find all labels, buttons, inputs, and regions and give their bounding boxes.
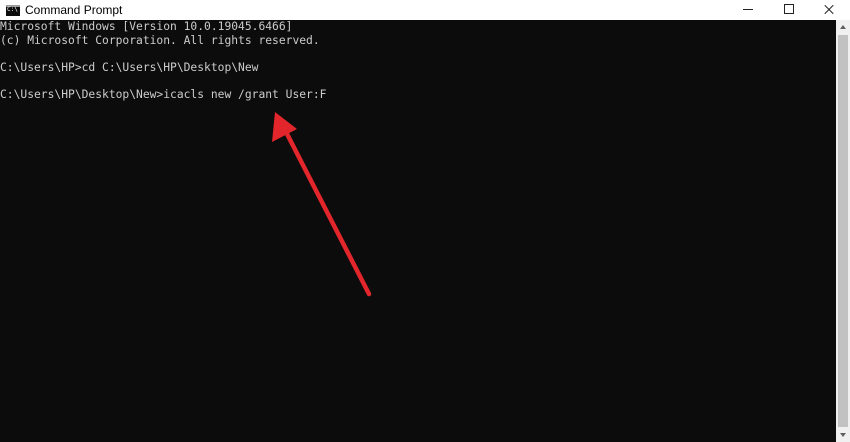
vertical-scrollbar[interactable]	[836, 20, 850, 442]
scroll-down-arrow-icon[interactable]	[836, 428, 850, 442]
cmd-icon: C:\	[6, 4, 20, 16]
console-line: C:\Users\HP\Desktop\New>icacls new /gran…	[0, 87, 327, 101]
title-bar[interactable]: C:\ Command Prompt	[0, 0, 850, 20]
window-controls	[724, 0, 850, 20]
scroll-up-arrow-icon[interactable]	[836, 20, 850, 34]
cmd-icon-glyph: C:\	[7, 5, 18, 13]
window-title: Command Prompt	[25, 3, 123, 17]
console-line: C:\Users\HP>cd C:\Users\HP\Desktop\New	[0, 60, 259, 74]
maximize-icon[interactable]	[766, 0, 808, 20]
command-prompt-window: C:\ Command Prompt Microsoft Windows [Ve…	[0, 0, 850, 442]
close-icon[interactable]	[808, 0, 850, 20]
console-line: Microsoft Windows [Version 10.0.19045.64…	[0, 20, 293, 33]
console-output[interactable]: Microsoft Windows [Version 10.0.19045.64…	[0, 20, 836, 442]
console-line: (c) Microsoft Corporation. All rights re…	[0, 33, 320, 47]
scroll-thumb[interactable]	[838, 35, 848, 427]
minimize-icon[interactable]	[724, 0, 766, 20]
